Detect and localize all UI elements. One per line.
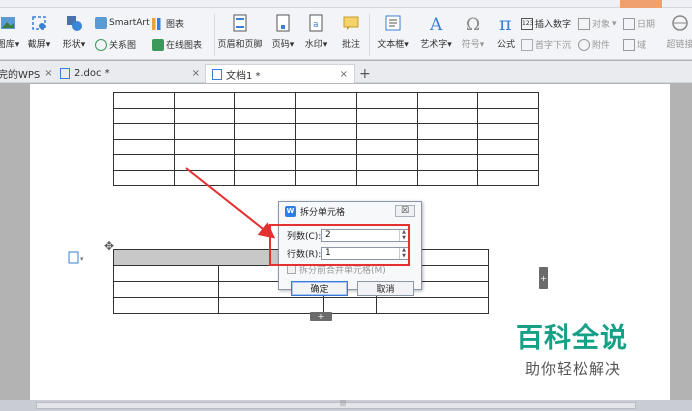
online-chart-button[interactable]: 在线图表 <box>152 38 202 51</box>
svg-text:a: a <box>313 20 319 30</box>
cancel-button[interactable]: 取消 <box>357 281 414 296</box>
ribbon-separator <box>214 14 215 56</box>
tab-2-doc[interactable]: 2.doc * × <box>60 64 206 83</box>
formula-button[interactable]: π 公式 <box>493 12 519 58</box>
insert-ribbon: 图库▾ 截屏▾ 形状▾ SmartArt 关系图 图表 在线图表 页眉和页脚 页… <box>0 8 692 60</box>
scrollbar-thumb[interactable] <box>36 402 636 409</box>
paperclip-icon <box>578 38 590 51</box>
horizontal-scrollbar[interactable]: ||| <box>0 400 692 411</box>
wordart-icon: A <box>429 15 443 32</box>
number-icon: 123 <box>521 17 533 30</box>
textbox-button[interactable]: 文本框▾ <box>373 12 413 58</box>
table-row <box>113 154 539 171</box>
table-row <box>113 123 539 140</box>
watermark-button[interactable]: a 水印▾ <box>301 12 331 58</box>
menu-strip <box>0 0 692 8</box>
drop-cap-button[interactable]: 首字下沉 <box>521 38 571 51</box>
svg-text:π: π <box>499 14 512 32</box>
menu-accent <box>620 0 662 8</box>
document-tab-bar: 完的WPS × 2.doc * × 文档1 * × + <box>0 61 692 83</box>
omega-icon: Ω <box>466 15 480 32</box>
header-footer-button[interactable]: 页眉和页脚 <box>218 12 263 58</box>
comment-button[interactable]: 批注 <box>338 12 364 58</box>
gallery-button[interactable]: 图库▾ <box>0 12 22 58</box>
doc-icon <box>212 68 222 80</box>
close-tab-icon[interactable]: × <box>44 68 52 79</box>
online-chart-icon <box>152 38 164 51</box>
globe-link-icon <box>672 15 688 31</box>
insert-number-button[interactable]: 123 插入数字 <box>521 17 571 30</box>
chart-icon <box>152 17 164 30</box>
symbol-button[interactable]: Ω 符号▾ <box>460 12 486 58</box>
svg-text:▾: ▾ <box>80 255 84 263</box>
add-column-button[interactable]: + <box>539 267 548 289</box>
checkbox-box[interactable] <box>287 265 296 274</box>
watermark-subtitle: 助你轻松解决 <box>525 360 622 378</box>
table-row <box>113 138 539 155</box>
gallery-icon <box>1 17 15 29</box>
close-tab-icon[interactable]: × <box>340 69 348 80</box>
wps-writer-window: 图库▾ 截屏▾ 形状▾ SmartArt 关系图 图表 在线图表 页眉和页脚 页… <box>0 0 692 411</box>
dialog-close-button[interactable]: ☒ <box>395 205 415 217</box>
screenshot-icon <box>32 16 46 30</box>
ribbon-separator <box>369 14 370 56</box>
chart-button[interactable]: 图表 <box>152 17 184 30</box>
object-button[interactable]: 对象 ▾ <box>578 17 617 30</box>
highlight-box <box>269 224 410 266</box>
tab-document1[interactable]: 文档1 * × <box>205 64 355 83</box>
drop-cap-icon <box>521 38 533 51</box>
smartart-icon <box>95 17 107 29</box>
calendar-icon <box>623 17 635 30</box>
shapes-icon <box>67 16 82 31</box>
dialog-title: 拆分单元格 <box>300 207 346 218</box>
wordart-button[interactable]: A 艺术字▾ <box>417 12 455 58</box>
watermark-icon: a <box>309 14 323 32</box>
paragraph-layout-icon[interactable]: ▾ <box>68 251 86 265</box>
watermark-title: 百科全说 <box>516 323 628 354</box>
relation-icon <box>95 38 107 51</box>
table-row <box>113 92 539 109</box>
svg-text:Ω: Ω <box>466 15 480 32</box>
add-row-button[interactable]: + <box>310 312 332 321</box>
field-button[interactable]: 域 <box>623 38 646 51</box>
page-number-button[interactable]: 页码▾ <box>268 12 298 58</box>
page-number-icon <box>276 14 290 32</box>
watermark-badge: 百科全说 助你轻松解决 <box>500 302 668 392</box>
table-row <box>113 107 539 124</box>
table-top[interactable] <box>113 92 539 186</box>
table-row <box>113 169 539 186</box>
relation-button[interactable]: 关系图 <box>95 38 136 51</box>
screenshot-button[interactable]: 截屏▾ <box>24 12 54 58</box>
field-icon <box>623 38 635 51</box>
tab-wps-home[interactable]: 完的WPS × <box>0 64 53 83</box>
svg-text:A: A <box>429 15 443 32</box>
hyperlink-button[interactable]: 超链接 <box>664 12 692 58</box>
comment-icon <box>343 16 359 30</box>
close-tab-icon[interactable]: × <box>192 68 200 79</box>
date-button[interactable]: 日期 <box>623 17 655 30</box>
shapes-button[interactable]: 形状▾ <box>58 12 90 58</box>
doc-icon <box>60 68 70 79</box>
new-tab-button[interactable]: + <box>359 64 371 83</box>
header-footer-icon <box>233 14 247 32</box>
pi-icon: π <box>499 14 512 32</box>
scroll-grip-icon: ||| <box>340 400 347 407</box>
textbox-icon <box>385 15 401 31</box>
object-icon <box>578 17 590 30</box>
ok-button[interactable]: 确定 <box>291 281 348 296</box>
wps-logo-icon: W <box>285 205 296 217</box>
table-row <box>113 297 489 314</box>
attachment-button[interactable]: 附件 <box>578 38 610 51</box>
smartart-button[interactable]: SmartArt <box>95 17 150 29</box>
